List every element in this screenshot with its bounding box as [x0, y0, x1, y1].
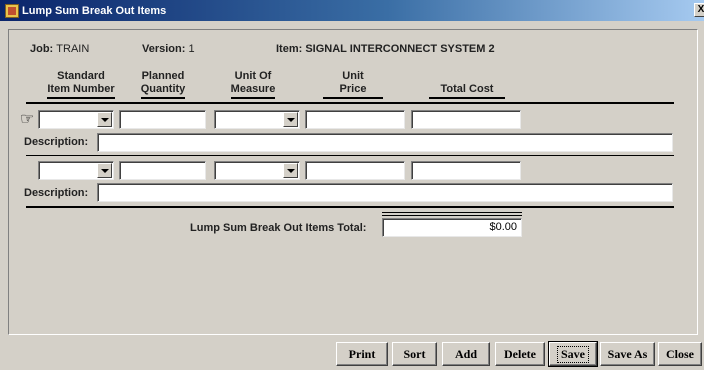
job-value: TRAIN	[56, 43, 90, 55]
version-info: Version: 1	[142, 43, 195, 55]
description-field[interactable]	[97, 133, 673, 152]
pointing-hand-icon: ☞	[20, 111, 35, 128]
col-unit-price: Unit Price	[318, 70, 388, 99]
total-rule-1	[382, 212, 522, 213]
description-label: Description:	[24, 136, 89, 148]
row-divider	[26, 155, 674, 156]
job-info: Job: TRAIN	[30, 43, 89, 55]
title-bar[interactable]: Lump Sum Break Out Items X	[0, 0, 704, 21]
add-button[interactable]: Add	[442, 342, 490, 366]
col-price-line1: Unit	[342, 70, 364, 82]
col-qty-line1: Planned	[141, 70, 185, 82]
close-button-label: Close	[666, 346, 694, 361]
chevron-down-icon[interactable]	[97, 112, 112, 127]
col-qty-line2: Quantity	[140, 83, 186, 99]
print-button-label: Print	[348, 346, 376, 361]
chevron-down-icon[interactable]	[283, 112, 298, 127]
version-value: 1	[188, 43, 195, 55]
save-as-button[interactable]: Save As	[600, 342, 655, 366]
add-button-label: Add	[454, 346, 477, 361]
total-rule-2	[382, 215, 522, 216]
col-std-line1: Standard	[57, 70, 105, 82]
planned-quantity-field[interactable]	[119, 110, 206, 129]
col-uom-line2: Measure	[230, 83, 276, 99]
unit-of-measure-combo[interactable]	[214, 110, 300, 129]
unit-price-field[interactable]	[305, 110, 405, 129]
col-unit-of-measure: Unit Of Measure	[218, 70, 288, 99]
close-window-button[interactable]: X	[694, 3, 704, 17]
col-standard-item-number: Standard Item Number	[46, 70, 116, 99]
items-divider	[26, 206, 674, 208]
total-cost-field[interactable]	[411, 110, 521, 129]
save-button-label: Save	[557, 345, 589, 363]
description-field[interactable]	[97, 183, 673, 202]
save-button[interactable]: Save	[548, 341, 598, 367]
delete-button-label: Delete	[504, 346, 536, 361]
unit-of-measure-combo[interactable]	[214, 161, 300, 180]
job-label: Job:	[30, 43, 54, 55]
item-label: Item:	[276, 43, 303, 55]
col-total-line: Total Cost	[429, 83, 505, 99]
item-value: SIGNAL INTERCONNECT SYSTEM 2	[305, 43, 495, 55]
window-title: Lump Sum Break Out Items	[22, 4, 167, 17]
sort-button-label: Sort	[403, 346, 426, 361]
col-planned-quantity: Planned Quantity	[128, 70, 198, 99]
close-button[interactable]: Close	[658, 342, 702, 366]
total-value-field: $0.00	[382, 218, 522, 237]
col-total-cost: Total Cost	[422, 83, 512, 99]
version-label: Version:	[142, 43, 186, 55]
app-icon	[5, 3, 19, 18]
standard-item-combo[interactable]	[38, 110, 114, 129]
total-cost-field[interactable]	[411, 161, 521, 180]
col-price-line2: Price	[323, 83, 383, 99]
sort-button[interactable]: Sort	[392, 342, 437, 366]
col-uom-line1: Unit Of	[234, 70, 272, 82]
chevron-down-icon[interactable]	[97, 163, 112, 178]
total-label: Lump Sum Break Out Items Total:	[190, 222, 367, 234]
delete-button[interactable]: Delete	[495, 342, 545, 366]
chevron-down-icon[interactable]	[283, 163, 298, 178]
unit-price-field[interactable]	[305, 161, 405, 180]
save-as-button-label: Save As	[607, 346, 648, 361]
col-std-line2: Item Number	[47, 83, 115, 99]
planned-quantity-field[interactable]	[119, 161, 206, 180]
header-divider	[26, 102, 674, 104]
item-info: Item: SIGNAL INTERCONNECT SYSTEM 2	[276, 43, 495, 55]
description-label: Description:	[24, 187, 89, 199]
standard-item-combo[interactable]	[38, 161, 114, 180]
print-button[interactable]: Print	[336, 342, 388, 366]
